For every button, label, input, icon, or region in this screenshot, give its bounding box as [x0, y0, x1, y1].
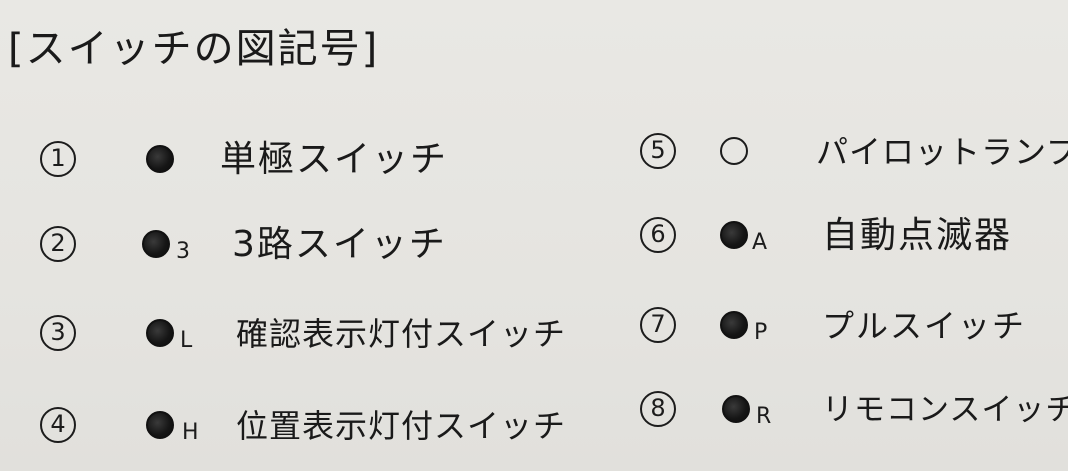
item-name: 確認表示灯付スイッチ [236, 315, 567, 353]
item-name: 自動点滅器 [822, 215, 1013, 256]
list-item-5: 5 パイロットランプ [640, 124, 1068, 180]
symbol-subscript: H [182, 420, 199, 445]
symbol-subscript: 3 [176, 239, 190, 264]
switch-symbol-icon [722, 395, 750, 423]
symbol-subscript: A [752, 230, 768, 255]
item-name: プルスイッチ [822, 307, 1027, 345]
item-name: パイロットランプ [816, 133, 1068, 171]
item-number: 8 [640, 391, 676, 427]
list-item-7: 7 P プルスイッチ [640, 298, 1060, 354]
symbol-subscript: L [180, 328, 193, 353]
item-name: 位置表示灯付スイッチ [236, 407, 567, 445]
item-number: 3 [40, 315, 76, 351]
list-item-1: 1 単極スイッチ [40, 132, 560, 188]
item-name: 3路スイッチ [232, 224, 447, 265]
switch-symbol-icon [720, 221, 748, 249]
switch-symbol-icon [146, 145, 174, 173]
switch-symbol-icon [720, 311, 748, 339]
symbol-subscript: R [756, 404, 772, 429]
list-item-6: 6 A 自動点滅器 [640, 208, 1060, 264]
item-number: 6 [640, 217, 676, 253]
switch-symbol-icon [142, 230, 170, 258]
paper-sheet: [スイッチの図記号] 1 単極スイッチ 2 3 3路スイッチ 3 L 確認表示灯… [0, 0, 1068, 471]
item-name: 単極スイッチ [220, 139, 449, 180]
list-item-3: 3 L 確認表示灯付スイッチ [40, 306, 600, 362]
page-title: [スイッチの図記号] [8, 26, 380, 72]
item-number: 5 [640, 133, 676, 169]
switch-symbol-icon [146, 411, 174, 439]
list-item-2: 2 3 3路スイッチ [40, 217, 560, 273]
list-item-4: 4 H 位置表示灯付スイッチ [40, 398, 600, 454]
item-number: 4 [40, 407, 76, 443]
item-number: 2 [40, 226, 76, 262]
item-number: 1 [40, 141, 76, 177]
item-number: 7 [640, 307, 676, 343]
list-item-8: 8 R リモコンスイッチ [640, 382, 1068, 438]
pilot-lamp-symbol-icon [720, 137, 748, 165]
item-name: リモコンスイッチ [822, 392, 1068, 428]
symbol-subscript: P [754, 320, 768, 345]
switch-symbol-icon [146, 319, 174, 347]
